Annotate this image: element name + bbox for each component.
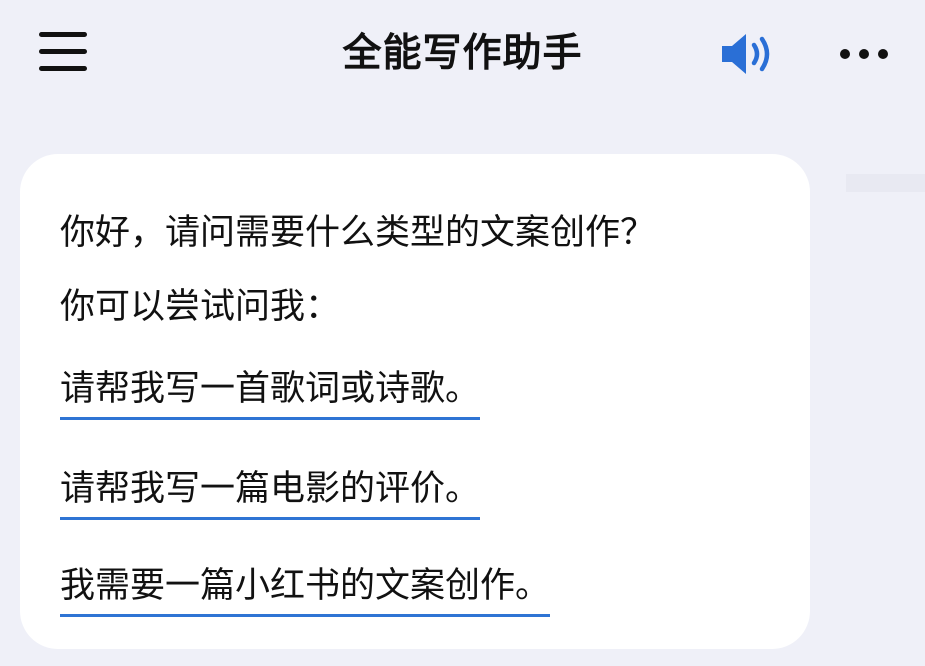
suggestion-link-xiaohongshu-copy[interactable]: 我需要一篇小红书的文案创作。 xyxy=(60,562,551,617)
more-options-button[interactable] xyxy=(834,38,896,70)
assistant-greeting: 你好，请问需要什么类型的文案创作？ 你可以尝试问我： xyxy=(60,196,655,344)
greeting-line: 你可以尝试问我： xyxy=(60,287,341,327)
speaker-button[interactable] xyxy=(716,30,780,78)
app-header: 全能写作助手 xyxy=(0,0,925,108)
page-title: 全能写作助手 xyxy=(342,31,583,76)
more-icon-dot xyxy=(840,49,850,59)
menu-icon-bar-middle xyxy=(39,49,87,54)
speaker-sound-icon xyxy=(722,34,770,74)
hamburger-menu-button[interactable] xyxy=(34,26,92,78)
suggestion-link-movie-review[interactable]: 请帮我写一篇电影的评价。 xyxy=(60,465,481,520)
assistant-message-bubble: 你好，请问需要什么类型的文案创作？ 你可以尝试问我： 请帮我写一首歌词或诗歌。 … xyxy=(20,154,810,649)
more-icon-dot xyxy=(878,49,888,59)
adjacent-panel-edge xyxy=(846,174,925,192)
greeting-line: 你好，请问需要什么类型的文案创作？ xyxy=(60,213,656,253)
suggestion-link-lyrics-poem[interactable]: 请帮我写一首歌词或诗歌。 xyxy=(60,365,481,420)
more-icon-dot xyxy=(859,49,869,59)
menu-icon-bar-top xyxy=(39,32,87,37)
menu-icon-bar-bottom xyxy=(39,66,87,71)
